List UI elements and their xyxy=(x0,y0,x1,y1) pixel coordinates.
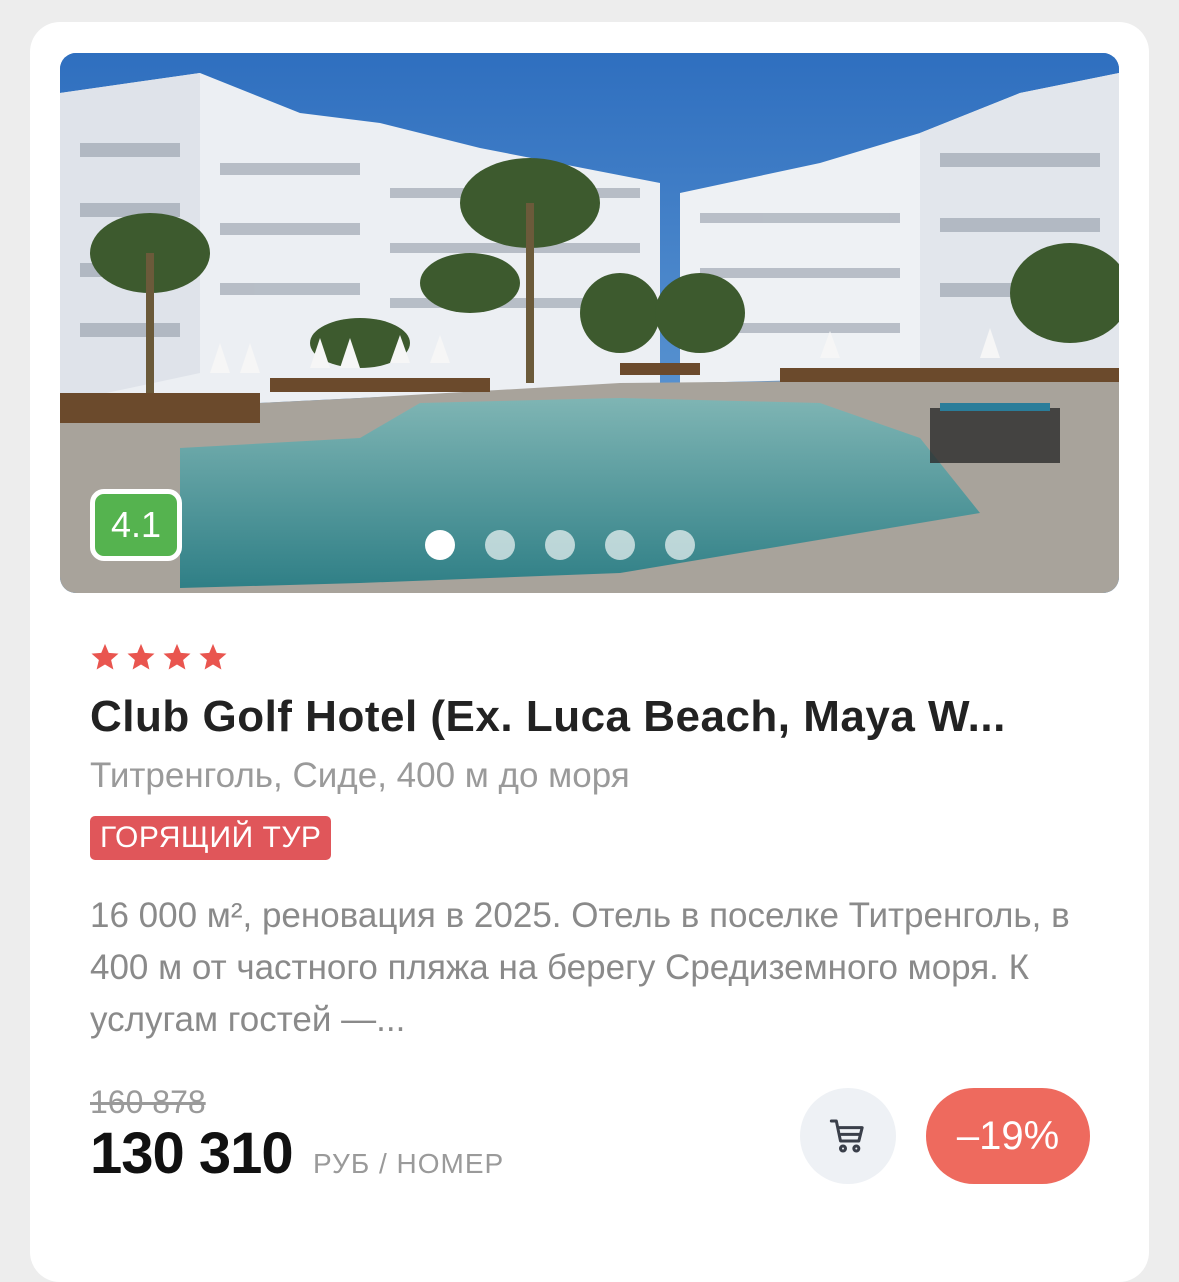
rating-badge: 4.1 xyxy=(90,489,182,561)
gallery-dot[interactable] xyxy=(545,530,575,560)
hot-tour-badge: ГОРЯЩИЙ ТУР xyxy=(90,816,332,860)
gallery-dot[interactable] xyxy=(425,530,455,560)
gallery-dot[interactable] xyxy=(605,530,635,560)
star-icon xyxy=(91,643,119,670)
star-icon xyxy=(163,643,191,670)
discount-badge: –19% xyxy=(926,1088,1090,1184)
add-to-cart-button[interactable] xyxy=(800,1088,896,1184)
star-rating xyxy=(90,642,228,672)
hotel-description: 16 000 м², реновация в 2025. Отель в пос… xyxy=(90,896,1070,1039)
gallery-dots xyxy=(425,530,695,560)
star-icon xyxy=(199,643,227,670)
hotel-name[interactable]: Club Golf Hotel (Ex. Luca Beach, Maya W.… xyxy=(90,692,1100,742)
old-price: 160 878 xyxy=(90,1084,206,1120)
hotel-card[interactable]: 4.1 Club Golf Hotel (Ex. Luca Beach, May… xyxy=(30,22,1149,1282)
star-icon xyxy=(127,643,155,670)
price: 130 310 xyxy=(90,1121,294,1186)
gallery-dot[interactable] xyxy=(665,530,695,560)
price-unit: РУБ / НОМЕР xyxy=(313,1148,505,1179)
cart-icon xyxy=(829,1119,864,1153)
hotel-location: Титренголь, Сиде, 400 м до моря xyxy=(90,756,630,795)
gallery-dot[interactable] xyxy=(485,530,515,560)
hotel-photo[interactable] xyxy=(60,53,1119,593)
